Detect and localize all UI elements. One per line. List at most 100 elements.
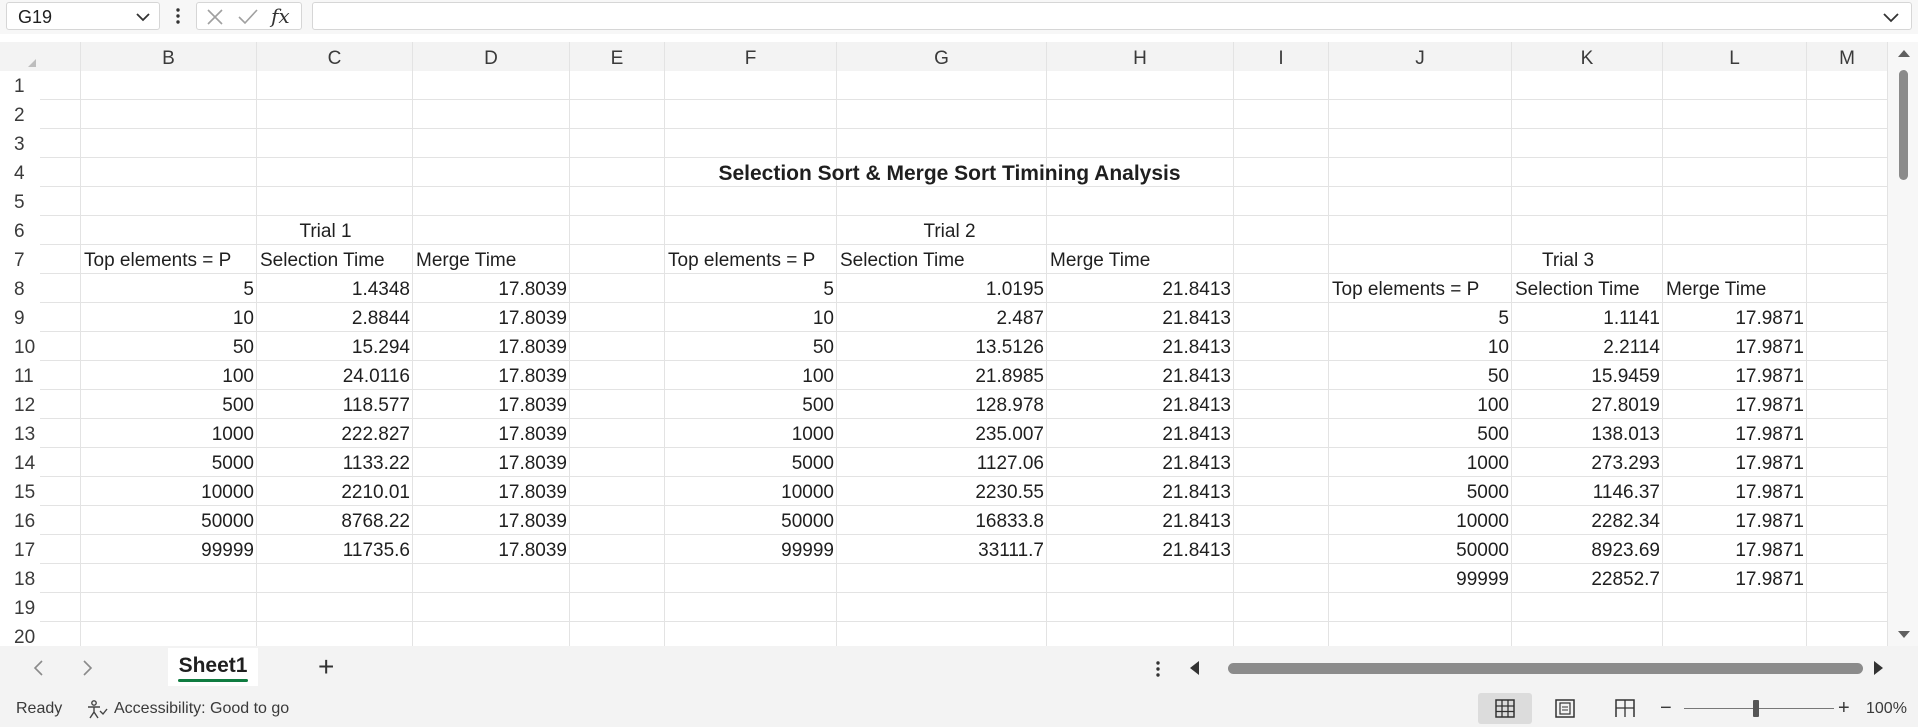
trial1-cell[interactable]: 2.8844 [257, 303, 413, 332]
add-sheet-button[interactable]: + [318, 649, 334, 685]
trial2-cell[interactable]: 1.0195 [837, 274, 1047, 303]
more-options-icon[interactable] [170, 4, 186, 28]
accessibility-status[interactable]: Accessibility: Good to go [114, 690, 289, 727]
trial3-cell[interactable]: 17.9871 [1663, 303, 1807, 332]
trial3-cell[interactable]: 17.9871 [1663, 564, 1807, 593]
trial1-cell[interactable]: 17.8039 [413, 448, 570, 477]
trial1-cell[interactable]: 8768.22 [257, 506, 413, 535]
trial1-cell[interactable]: 1000 [81, 419, 257, 448]
trial1-cell[interactable]: 10000 [81, 477, 257, 506]
trial2-cell[interactable]: 99999 [665, 535, 837, 564]
trial1-cell[interactable]: 17.8039 [413, 390, 570, 419]
trial1-cell[interactable]: 17.8039 [413, 274, 570, 303]
zoom-slider[interactable] [1684, 708, 1834, 709]
column-header-i[interactable]: I [1234, 42, 1329, 71]
trial2-cell[interactable]: 33111.7 [837, 535, 1047, 564]
row-header-10[interactable]: 10 [0, 332, 40, 361]
zoom-level[interactable]: 100% [1866, 690, 1907, 727]
chevron-down-icon[interactable] [133, 7, 153, 27]
trial2-cell[interactable]: 2.487 [837, 303, 1047, 332]
trial3-cell[interactable]: 17.9871 [1663, 419, 1807, 448]
trial1-cell[interactable]: 5 [81, 274, 257, 303]
trial3-cell[interactable]: 50 [1329, 361, 1512, 390]
accessibility-icon[interactable] [86, 699, 108, 719]
trial1-cell[interactable]: 17.8039 [413, 419, 570, 448]
trial3-cell[interactable]: 2282.34 [1512, 506, 1663, 535]
expand-formula-bar-icon[interactable] [1881, 7, 1901, 27]
trial2-cell[interactable]: 500 [665, 390, 837, 419]
scroll-left-icon[interactable] [1188, 660, 1200, 676]
trial3-cell[interactable]: 1.1141 [1512, 303, 1663, 332]
trial2-cell[interactable]: 5000 [665, 448, 837, 477]
trial1-header[interactable]: Merge Time [413, 245, 570, 274]
trial3-header[interactable]: Merge Time [1663, 274, 1807, 303]
trial3-cell[interactable]: 17.9871 [1663, 390, 1807, 419]
trial1-cell[interactable]: 17.8039 [413, 303, 570, 332]
trial2-cell[interactable]: 21.8985 [837, 361, 1047, 390]
trial3-cell[interactable]: 500 [1329, 419, 1512, 448]
trial3-cell[interactable]: 27.8019 [1512, 390, 1663, 419]
next-sheet-icon[interactable] [80, 658, 94, 678]
trial3-cell[interactable]: 17.9871 [1663, 506, 1807, 535]
row-header-5[interactable]: 5 [0, 187, 40, 216]
trial3-cell[interactable]: 138.013 [1512, 419, 1663, 448]
trial1-cell[interactable]: 17.8039 [413, 477, 570, 506]
function-icon[interactable]: fx [271, 4, 290, 28]
trial3-cell[interactable]: 1146.37 [1512, 477, 1663, 506]
row-header-3[interactable]: 3 [0, 129, 40, 158]
trial1-cell[interactable]: 24.0116 [257, 361, 413, 390]
row-header-4[interactable]: 4 [0, 158, 40, 187]
trial3-label[interactable]: Trial 3 [1329, 245, 1807, 274]
column-header-g[interactable]: G [837, 42, 1047, 71]
row-header-6[interactable]: 6 [0, 216, 40, 245]
previous-sheet-icon[interactable] [32, 658, 46, 678]
trial2-header[interactable]: Merge Time [1047, 245, 1234, 274]
trial3-cell[interactable]: 10000 [1329, 506, 1512, 535]
trial2-cell[interactable]: 21.8413 [1047, 303, 1234, 332]
trial2-cell[interactable]: 10000 [665, 477, 837, 506]
formula-input[interactable] [312, 2, 1912, 30]
trial3-cell[interactable]: 50000 [1329, 535, 1512, 564]
trial2-cell[interactable]: 2230.55 [837, 477, 1047, 506]
page-break-view-button[interactable] [1598, 693, 1652, 724]
trial2-cell[interactable]: 1000 [665, 419, 837, 448]
trial1-cell[interactable]: 17.8039 [413, 361, 570, 390]
column-header-h[interactable]: H [1047, 42, 1234, 71]
trial1-cell[interactable]: 500 [81, 390, 257, 419]
trial1-cell[interactable]: 99999 [81, 535, 257, 564]
trial2-header[interactable]: Selection Time [837, 245, 1047, 274]
trial1-label[interactable]: Trial 1 [81, 216, 570, 245]
trial2-header[interactable]: Top elements = P [665, 245, 837, 274]
trial3-cell[interactable]: 17.9871 [1663, 332, 1807, 361]
trial3-cell[interactable]: 5000 [1329, 477, 1512, 506]
trial3-header[interactable]: Top elements = P [1329, 274, 1512, 303]
trial3-cell[interactable]: 17.9871 [1663, 477, 1807, 506]
trial2-cell[interactable]: 21.8413 [1047, 332, 1234, 361]
check-icon[interactable] [237, 7, 259, 27]
row-header-18[interactable]: 18 [0, 564, 40, 593]
trial1-cell[interactable]: 1133.22 [257, 448, 413, 477]
trial2-cell[interactable]: 21.8413 [1047, 506, 1234, 535]
trial1-cell[interactable]: 100 [81, 361, 257, 390]
trial1-cell[interactable]: 50 [81, 332, 257, 361]
page-layout-view-button[interactable] [1538, 693, 1592, 724]
trial2-cell[interactable]: 1127.06 [837, 448, 1047, 477]
column-header-k[interactable]: K [1512, 42, 1663, 71]
trial2-cell[interactable]: 10 [665, 303, 837, 332]
scroll-down-icon[interactable] [1897, 630, 1911, 640]
trial2-cell[interactable]: 21.8413 [1047, 419, 1234, 448]
row-header-8[interactable]: 8 [0, 274, 40, 303]
horizontal-scroll-thumb[interactable] [1228, 663, 1863, 674]
trial2-cell[interactable]: 128.978 [837, 390, 1047, 419]
row-header-1[interactable]: 1 [0, 71, 40, 100]
zoom-slider-thumb[interactable] [1753, 700, 1759, 717]
trial1-cell[interactable]: 222.827 [257, 419, 413, 448]
trial2-cell[interactable]: 50 [665, 332, 837, 361]
column-header-f[interactable]: F [665, 42, 837, 71]
trial1-cell[interactable]: 1.4348 [257, 274, 413, 303]
column-header-c[interactable]: C [257, 42, 413, 71]
trial3-cell[interactable]: 10 [1329, 332, 1512, 361]
worksheet-grid[interactable]: Selection Sort & Merge Sort Timining Ana… [40, 71, 1888, 646]
trial1-cell[interactable]: 50000 [81, 506, 257, 535]
trial3-cell[interactable]: 5 [1329, 303, 1512, 332]
